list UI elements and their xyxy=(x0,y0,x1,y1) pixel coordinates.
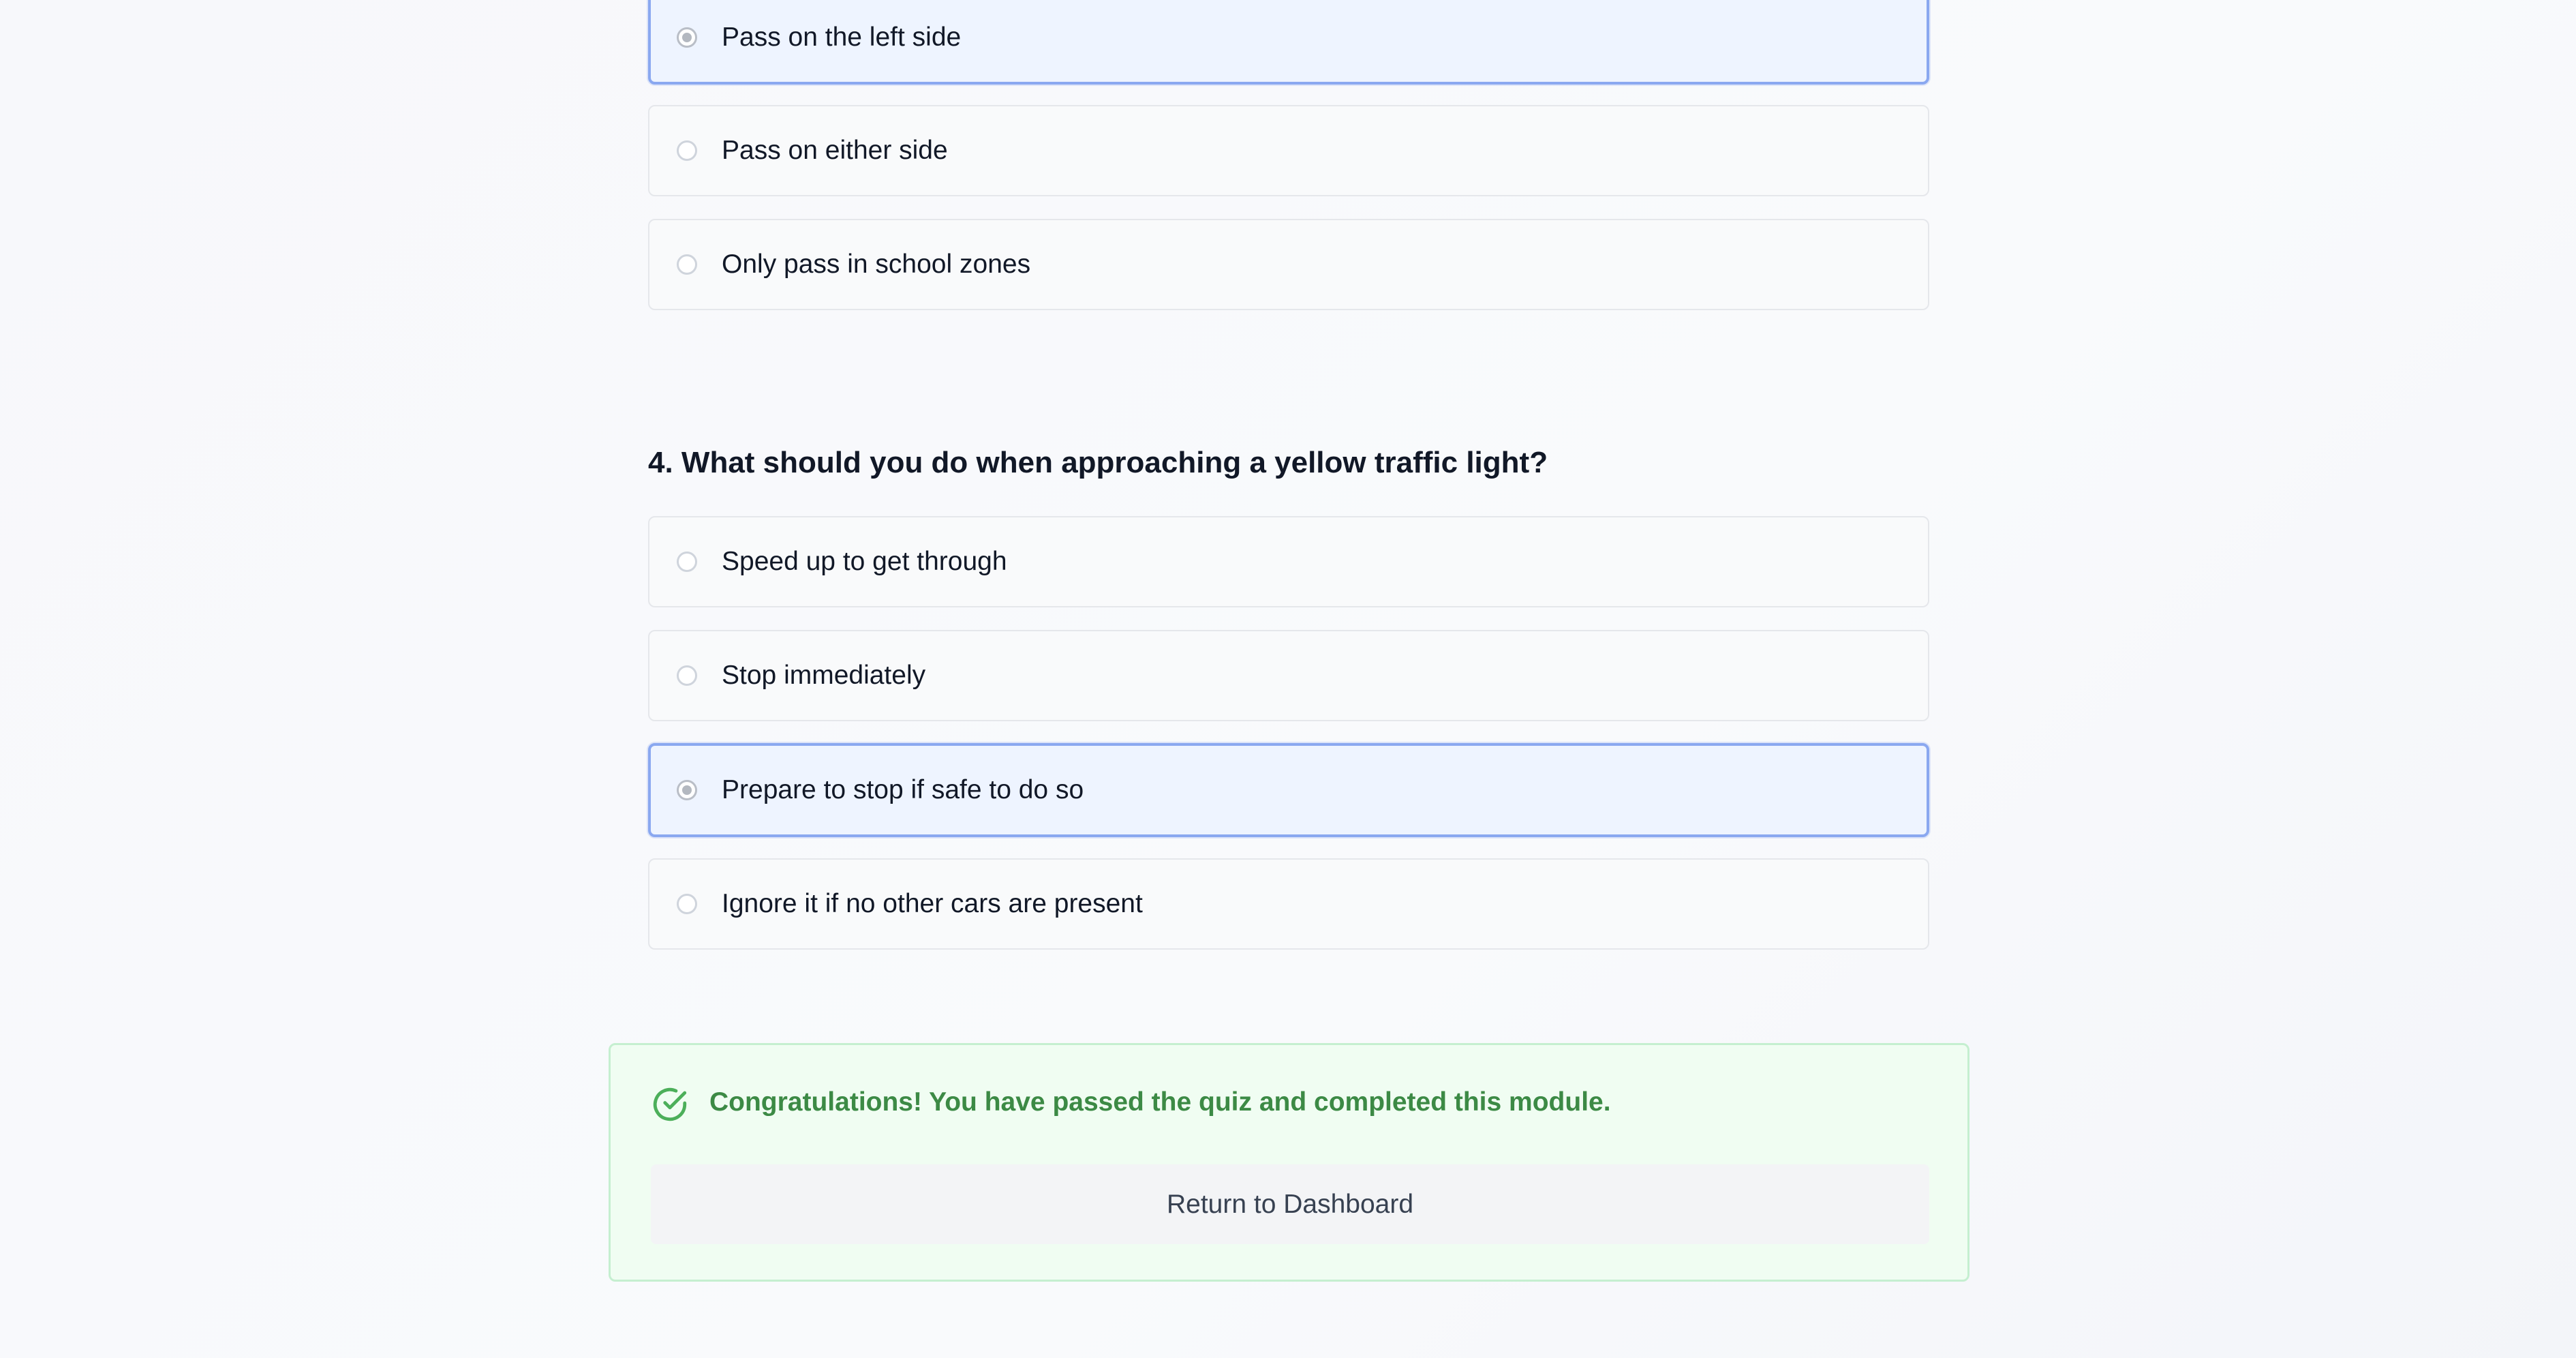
answer-option[interactable]: Pass on the left side xyxy=(648,0,1929,85)
answer-option[interactable]: Pass on either side xyxy=(648,105,1929,196)
check-circle-icon xyxy=(653,1087,687,1121)
answer-option[interactable]: Ignore it if no other cars are present xyxy=(648,858,1929,950)
answer-option[interactable]: Only pass in school zones xyxy=(648,219,1929,310)
answer-option[interactable]: Prepare to stop if safe to do so xyxy=(648,743,1929,837)
answer-option-label: Stop immediately xyxy=(722,661,926,690)
completion-message: Congratulations! You have passed the qui… xyxy=(709,1087,1611,1117)
return-to-dashboard-button[interactable]: Return to Dashboard xyxy=(651,1164,1929,1244)
answer-option-label: Ignore it if no other cars are present xyxy=(722,889,1143,918)
question-title: 4. What should you do when approaching a… xyxy=(648,446,1548,479)
answer-option-label: Pass on either side xyxy=(722,136,948,165)
radio-button[interactable] xyxy=(677,254,697,275)
radio-button[interactable] xyxy=(677,27,697,48)
answer-option[interactable]: Stop immediately xyxy=(648,630,1929,721)
radio-button[interactable] xyxy=(677,140,697,161)
answer-option-label: Only pass in school zones xyxy=(722,250,1031,279)
answer-option-label: Speed up to get through xyxy=(722,547,1007,576)
radio-button[interactable] xyxy=(677,665,697,686)
radio-button[interactable] xyxy=(677,552,697,572)
answer-option-label: Pass on the left side xyxy=(722,22,962,52)
radio-button[interactable] xyxy=(677,894,697,914)
quiz-page: Pass on the left side Pass on either sid… xyxy=(0,0,2576,1358)
answer-option-label: Prepare to stop if safe to do so xyxy=(722,775,1084,804)
answer-option[interactable]: Speed up to get through xyxy=(648,516,1929,607)
radio-button[interactable] xyxy=(677,780,697,800)
completion-banner: Congratulations! You have passed the qui… xyxy=(609,1043,1969,1282)
